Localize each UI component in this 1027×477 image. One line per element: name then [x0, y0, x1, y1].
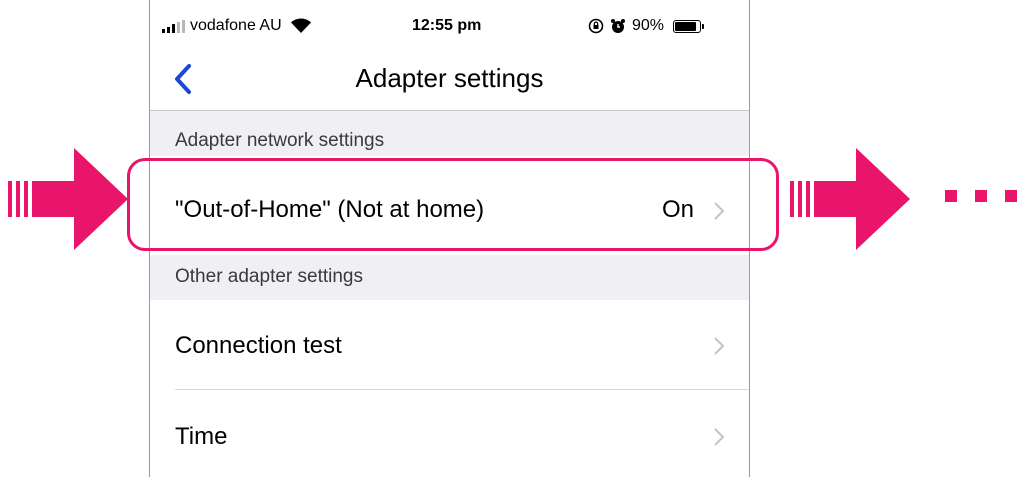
wifi-icon — [290, 18, 311, 33]
status-bar: vodafone AU 12:55 pm 90% — [150, 0, 749, 50]
connection-test-label: Connection test — [175, 332, 342, 359]
section-header-other: Other adapter settings — [150, 255, 749, 300]
navigation-bar: Adapter settings — [150, 50, 749, 111]
time-label: Time — [175, 423, 228, 450]
chevron-right-icon — [714, 428, 725, 446]
ellipsis-dots — [945, 190, 1017, 202]
signal-icon — [162, 19, 185, 33]
right-arrow-icon — [790, 148, 910, 250]
time-row[interactable]: Time — [150, 390, 749, 477]
alarm-icon — [611, 19, 625, 33]
lock-rotation-icon — [588, 18, 604, 34]
battery-icon — [673, 19, 705, 33]
battery-percent: 90% — [632, 17, 665, 34]
section-header-network: Adapter network settings — [150, 111, 749, 156]
connection-test-row[interactable]: Connection test — [150, 300, 749, 390]
highlight-box — [127, 158, 779, 251]
chevron-right-icon — [714, 337, 725, 355]
status-time: 12:55 pm — [412, 17, 482, 34]
page-title: Adapter settings — [355, 63, 544, 93]
left-arrow-icon — [8, 148, 128, 250]
carrier-label: vodafone AU — [190, 17, 282, 34]
